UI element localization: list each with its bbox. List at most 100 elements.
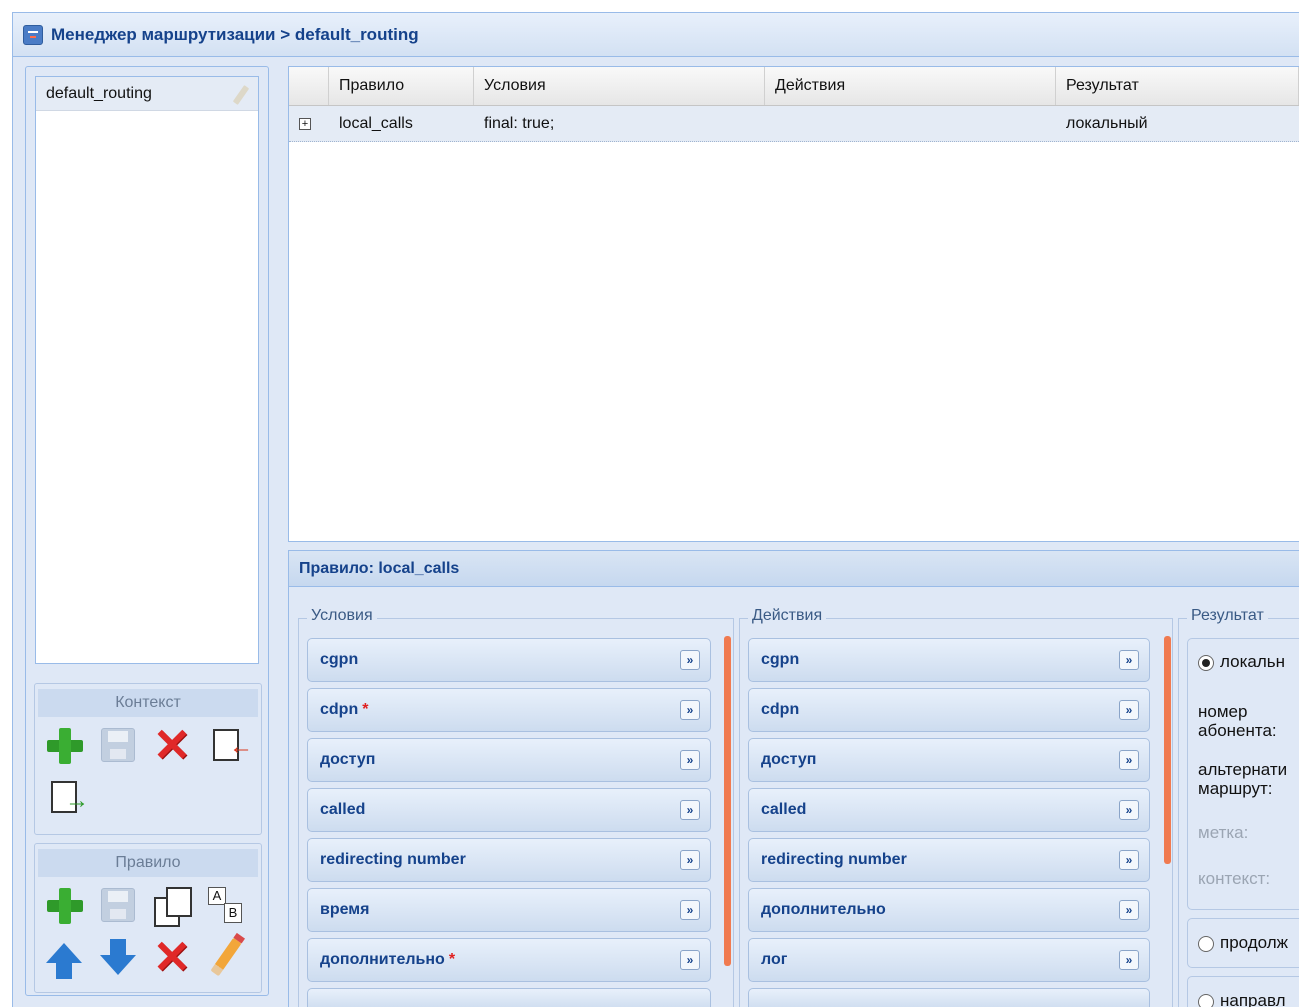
- left-panel: default_routing Контекст ✕ Правило AB: [25, 66, 269, 996]
- radio-direct-label: направл: [1220, 991, 1286, 1007]
- rule-panel: Правило: local_calls Условия cgpn» cdpn *…: [288, 550, 1299, 1007]
- move-down-arrow-icon[interactable]: [95, 935, 141, 979]
- chevron-down-icon[interactable]: »: [680, 950, 700, 970]
- field-label: cdpn: [320, 701, 359, 718]
- chevron-down-icon[interactable]: »: [680, 800, 700, 820]
- radio-continue[interactable]: продолж: [1198, 933, 1288, 952]
- result-continue-group: продолж: [1187, 918, 1299, 968]
- edit-rule-pencil-icon[interactable]: [203, 935, 249, 979]
- delete-context-x-icon[interactable]: ✕: [149, 722, 195, 768]
- expand-row-icon[interactable]: +: [299, 117, 311, 130]
- radio-unchecked-icon[interactable]: [1198, 993, 1214, 1007]
- scrollbar[interactable]: [1164, 636, 1171, 864]
- scrollbar[interactable]: [724, 636, 731, 966]
- export-context-icon[interactable]: [41, 775, 89, 819]
- action-cdpn[interactable]: cdpn »: [748, 688, 1150, 732]
- action-next-partial[interactable]: [748, 988, 1150, 1007]
- rule-toolbar-title: Правило: [38, 849, 258, 877]
- context-toolbar: Контекст ✕: [34, 683, 262, 835]
- field-label: redirecting number: [761, 851, 907, 868]
- radio-direct[interactable]: направл: [1198, 991, 1286, 1007]
- column-header-result[interactable]: Результат: [1056, 67, 1299, 105]
- action-cgpn[interactable]: cgpn »: [748, 638, 1150, 682]
- table-row[interactable]: + local_calls final: true; локальный: [289, 106, 1299, 142]
- field-label: called: [761, 801, 807, 818]
- chevron-down-icon[interactable]: »: [680, 750, 700, 770]
- result-local-group: локальн номер абонента: альтернати маршр…: [1187, 638, 1299, 910]
- tag-label: метка:: [1198, 823, 1249, 842]
- column-header-conditions[interactable]: Условия: [474, 67, 765, 105]
- field-label: лог: [761, 951, 788, 968]
- actions-fieldset: Действия cgpn » cdpn » доступ » called » red…: [739, 607, 1173, 1007]
- result-direct-group: направл: [1187, 976, 1299, 1007]
- title-bar: Менеджер маршрутизации > default_routing: [13, 13, 1299, 57]
- context-label: контекст:: [1198, 869, 1271, 888]
- condition-additional[interactable]: дополнительно * »: [307, 938, 711, 982]
- action-redirecting-number[interactable]: redirecting number »: [748, 838, 1150, 882]
- action-log[interactable]: лог »: [748, 938, 1150, 982]
- field-label: called: [320, 801, 366, 818]
- field-label: дополнительно: [320, 951, 445, 968]
- required-asterisk: *: [362, 701, 369, 718]
- rules-grid: Правило Условия Действия Результат + loc…: [288, 66, 1299, 542]
- chevron-down-icon[interactable]: »: [1119, 900, 1139, 920]
- rule-panel-title: Правило: local_calls: [289, 551, 1299, 587]
- cell-actions: [765, 106, 1056, 141]
- condition-cdpn[interactable]: cdpn * »: [307, 688, 711, 732]
- action-called[interactable]: called »: [748, 788, 1150, 832]
- column-header-expander: [289, 67, 329, 105]
- actions-legend: Действия: [748, 607, 827, 625]
- context-item-default-routing[interactable]: default_routing: [36, 77, 258, 111]
- edit-icon[interactable]: [232, 85, 250, 105]
- copy-rule-icon[interactable]: [149, 883, 195, 927]
- chevron-down-icon[interactable]: »: [680, 900, 700, 920]
- column-header-rule[interactable]: Правило: [329, 67, 474, 105]
- chevron-down-icon[interactable]: »: [680, 700, 700, 720]
- cell-rule: local_calls: [339, 114, 413, 132]
- field-label: доступ: [320, 751, 376, 768]
- radio-unchecked-icon[interactable]: [1198, 935, 1214, 952]
- rename-rule-icon[interactable]: AB: [203, 883, 249, 927]
- chevron-down-icon[interactable]: »: [680, 650, 700, 670]
- delete-rule-x-icon[interactable]: ✕: [149, 934, 195, 980]
- add-context-plus-icon[interactable]: [41, 723, 87, 767]
- chevron-down-icon[interactable]: »: [680, 850, 700, 870]
- radio-local[interactable]: локальн: [1198, 652, 1285, 671]
- condition-next-partial[interactable]: [307, 988, 711, 1007]
- chevron-down-icon[interactable]: »: [1119, 850, 1139, 870]
- condition-redirecting-number[interactable]: redirecting number »: [307, 838, 711, 882]
- context-list: default_routing: [35, 76, 259, 664]
- result-legend: Результат: [1187, 607, 1268, 625]
- save-context-disk-icon[interactable]: [95, 723, 141, 767]
- cell-result: локальный: [1066, 114, 1148, 132]
- field-label: cdpn: [761, 701, 800, 718]
- radio-local-label: локальн: [1220, 652, 1285, 671]
- condition-access[interactable]: доступ »: [307, 738, 711, 782]
- field-label: redirecting number: [320, 851, 466, 868]
- add-rule-plus-icon[interactable]: [41, 883, 87, 927]
- field-label: время: [320, 901, 370, 918]
- field-label: дополнительно: [761, 901, 886, 918]
- condition-time[interactable]: время »: [307, 888, 711, 932]
- column-header-actions[interactable]: Действия: [765, 67, 1056, 105]
- import-context-icon[interactable]: [203, 723, 253, 767]
- radio-checked-icon[interactable]: [1198, 654, 1214, 671]
- field-label: cgpn: [761, 651, 800, 668]
- alt-route-label: альтернати маршрут:: [1198, 760, 1288, 798]
- chevron-down-icon[interactable]: »: [1119, 800, 1139, 820]
- action-access[interactable]: доступ »: [748, 738, 1150, 782]
- field-label: доступ: [761, 751, 817, 768]
- routing-app-icon: [23, 24, 43, 45]
- chevron-down-icon[interactable]: »: [1119, 650, 1139, 670]
- field-label: cgpn: [320, 651, 359, 668]
- subscriber-number-label: номер абонента:: [1198, 702, 1277, 740]
- chevron-down-icon[interactable]: »: [1119, 700, 1139, 720]
- chevron-down-icon[interactable]: »: [1119, 750, 1139, 770]
- context-item-label: default_routing: [46, 84, 152, 102]
- save-rule-disk-icon[interactable]: [95, 883, 141, 927]
- action-additional[interactable]: дополнительно »: [748, 888, 1150, 932]
- move-up-arrow-icon[interactable]: [41, 935, 87, 979]
- chevron-down-icon[interactable]: »: [1119, 950, 1139, 970]
- condition-called[interactable]: called »: [307, 788, 711, 832]
- condition-cgpn[interactable]: cgpn »: [307, 638, 711, 682]
